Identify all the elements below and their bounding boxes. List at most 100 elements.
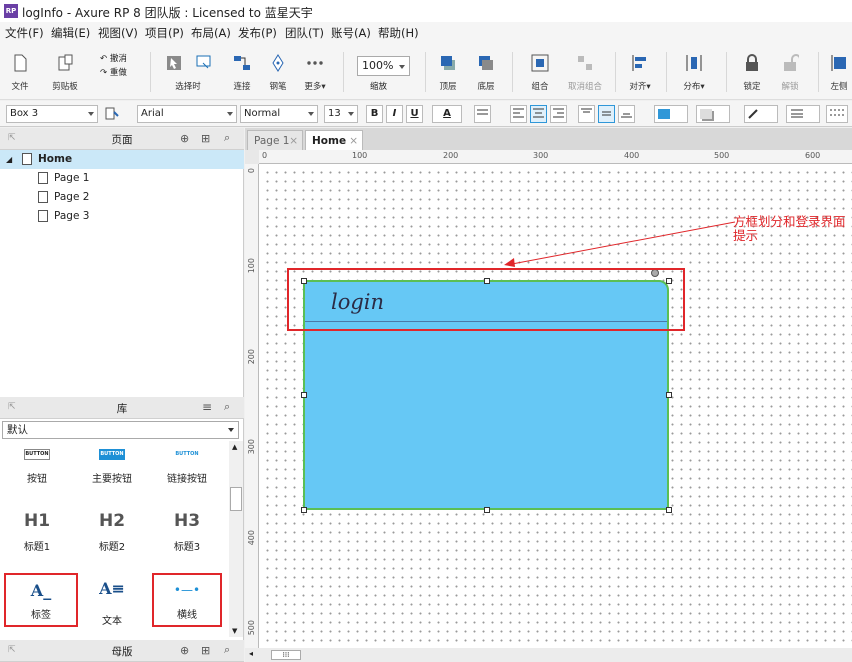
design-canvas[interactable]: login 方框划分和登录界面提示	[260, 165, 852, 648]
library-item-heading3[interactable]: H3 标题3	[152, 505, 222, 565]
add-master-icon[interactable]: ⊕	[180, 644, 189, 657]
menu-project[interactable]: 项目(P)	[145, 25, 184, 41]
font-color-button[interactable]: A	[432, 105, 462, 123]
menu-layout[interactable]: 布局(A)	[191, 25, 231, 41]
search-icon[interactable]: ⌕	[224, 400, 230, 414]
library-item-link-button[interactable]: BUTTON 链接按钮	[152, 445, 222, 505]
line-width-button[interactable]	[786, 105, 820, 123]
library-item-button[interactable]: BUTTON 按钮	[2, 445, 72, 505]
align-text-left-button[interactable]	[510, 105, 527, 123]
add-page-icon[interactable]: ⊕	[180, 132, 189, 145]
search-icon[interactable]: ⌕	[224, 131, 230, 145]
chevron-down-icon	[88, 112, 94, 116]
scroll-left-icon[interactable]: ◂	[249, 649, 253, 658]
library-item-heading2[interactable]: H2 标题2	[77, 505, 147, 565]
format-painter-icon[interactable]	[104, 107, 120, 121]
scroll-up-icon[interactable]: ▲	[232, 443, 237, 451]
menu-lines-icon[interactable]: ≡	[202, 400, 212, 414]
tab-home[interactable]: Home ×	[305, 130, 363, 150]
undo-button[interactable]: ↶ 撤消	[100, 52, 127, 64]
text-align-right-icon	[553, 108, 564, 118]
line-width-icon	[791, 109, 803, 118]
unlock-icon	[784, 54, 799, 71]
resize-handle[interactable]	[666, 392, 672, 398]
menu-file[interactable]: 文件(F)	[5, 25, 44, 41]
page-tree-page-2[interactable]: Page 2	[0, 188, 244, 207]
bring-to-top-button[interactable]: 顶层	[428, 50, 468, 96]
widget-name-select[interactable]: Box 3	[6, 105, 98, 123]
font-family-select[interactable]: Arial	[137, 105, 237, 123]
font-size-select[interactable]: 13	[324, 105, 358, 123]
library-scrollbar[interactable]: ▲ ▼	[229, 441, 243, 637]
expand-arrow-icon[interactable]: ◢	[6, 150, 12, 169]
unlock-button[interactable]: 解锁	[768, 50, 812, 96]
distribute-button[interactable]: 分布▾	[672, 50, 716, 96]
select-mode-button[interactable]: 选择时	[158, 50, 218, 96]
zoom-select[interactable]: 100%	[357, 56, 410, 76]
align-text-right-button[interactable]	[550, 105, 567, 123]
menu-publish[interactable]: 发布(P)	[238, 25, 277, 41]
menu-edit[interactable]: 编辑(E)	[51, 25, 90, 41]
scroll-down-icon[interactable]: ▼	[232, 627, 237, 635]
ruler-corner	[245, 150, 259, 164]
page-tree-page-1[interactable]: Page 1	[0, 169, 244, 188]
close-icon[interactable]: ×	[349, 131, 358, 151]
line-style-button[interactable]	[826, 105, 848, 123]
file-button[interactable]: 文件	[0, 50, 40, 96]
library-item-text[interactable]: A≡ 文本	[77, 573, 147, 633]
annotation-text: 方框划分和登录界面提示	[733, 214, 846, 243]
align-text-center-button[interactable]	[530, 105, 547, 123]
more-dots-icon	[307, 61, 323, 65]
resize-handle[interactable]	[666, 507, 672, 513]
group-button[interactable]: 组合	[520, 50, 560, 96]
send-to-bottom-button[interactable]: 底层	[466, 50, 506, 96]
valign-bottom-button[interactable]	[618, 105, 635, 123]
ungroup-button[interactable]: 取消组合	[560, 50, 610, 96]
menu-view[interactable]: 视图(V)	[98, 25, 138, 41]
left-button[interactable]: 左侧	[822, 50, 852, 96]
pen-line-color-icon	[748, 109, 758, 119]
scrollbar-thumb[interactable]	[230, 487, 242, 511]
more-button[interactable]: 更多▾	[295, 50, 335, 96]
clipboard-button[interactable]: 剪贴板	[40, 50, 90, 96]
chevron-down-icon	[228, 428, 234, 432]
library-item-primary-button[interactable]: BUTTON 主要按钮	[77, 445, 147, 505]
library-item-horizontal-line[interactable]: •—• 横线	[152, 573, 222, 627]
valign-top-button[interactable]	[578, 105, 595, 123]
shadow-button[interactable]	[696, 105, 730, 123]
pen-button[interactable]: 钢笔	[258, 50, 298, 96]
left-panel: ⇱ 页面 ⊕ ⊞ ⌕ ◢ Home Page 1 Page 2 Page 3 ⇱…	[0, 128, 244, 662]
connect-button[interactable]: 连接	[222, 50, 262, 96]
bullet-list-button[interactable]	[474, 105, 491, 123]
distribute-icon	[686, 55, 702, 71]
library-item-label[interactable]: A_ 标签	[4, 573, 78, 627]
align-button[interactable]: 对齐▾	[620, 50, 660, 96]
italic-button[interactable]: I	[386, 105, 403, 123]
tab-page-1[interactable]: Page 1 ×	[247, 130, 303, 150]
fill-color-button[interactable]	[654, 105, 688, 123]
menu-team[interactable]: 团队(T)	[285, 25, 324, 41]
menu-help[interactable]: 帮助(H)	[378, 25, 419, 41]
bold-button[interactable]: B	[366, 105, 383, 123]
redo-button[interactable]: ↷ 重做	[100, 66, 127, 78]
library-select[interactable]: 默认	[2, 421, 239, 439]
resize-handle[interactable]	[484, 507, 490, 513]
horizontal-scrollbar[interactable]: ◂ ⁞⁞⁞	[245, 648, 852, 662]
search-icon[interactable]: ⌕	[224, 643, 230, 657]
page-tree-page-3[interactable]: Page 3	[0, 207, 244, 226]
menu-account[interactable]: 账号(A)	[331, 25, 371, 41]
line-color-button[interactable]	[744, 105, 778, 123]
page-tree-home[interactable]: ◢ Home	[0, 150, 244, 169]
valign-top-icon	[581, 108, 592, 113]
resize-handle[interactable]	[301, 392, 307, 398]
valign-middle-button[interactable]	[598, 105, 615, 123]
library-item-heading1[interactable]: H1 标题1	[2, 505, 72, 565]
underline-button[interactable]: U	[406, 105, 423, 123]
font-style-select[interactable]: Normal	[240, 105, 318, 123]
add-folder-icon[interactable]: ⊞	[201, 132, 210, 145]
add-folder-icon[interactable]: ⊞	[201, 644, 210, 657]
close-icon[interactable]: ×	[289, 131, 298, 151]
scrollbar-thumb[interactable]: ⁞⁞⁞	[271, 650, 301, 660]
resize-handle[interactable]	[301, 507, 307, 513]
select-icon	[167, 56, 181, 70]
